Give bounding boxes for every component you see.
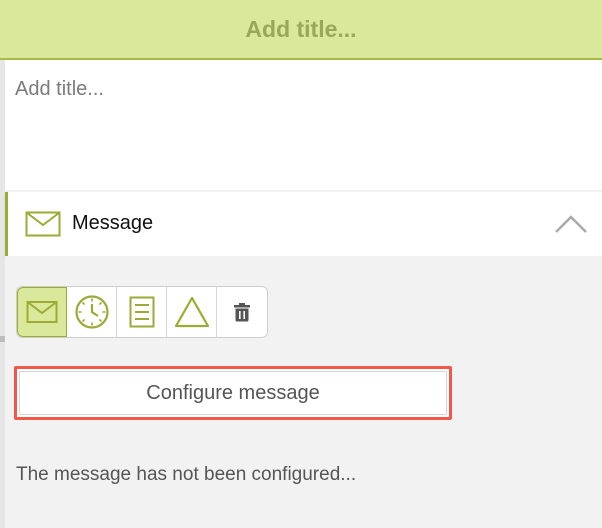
tool-warning-button[interactable]	[167, 287, 217, 337]
header-title[interactable]: Add title...	[245, 16, 356, 43]
envelope-icon	[25, 211, 61, 237]
tool-message-button[interactable]	[17, 287, 67, 337]
header-bar: Add title...	[0, 0, 602, 60]
step-type-toolbar	[16, 286, 268, 338]
chevron-up-icon[interactable]	[554, 214, 588, 234]
tool-delete-button[interactable]	[217, 287, 267, 337]
document-icon	[129, 296, 154, 328]
title-area[interactable]: Add title...	[5, 60, 602, 190]
configure-message-button[interactable]: Configure message	[14, 366, 452, 420]
message-section-label: Message	[72, 212, 154, 234]
trash-icon	[234, 303, 250, 322]
triangle-icon	[174, 296, 209, 328]
envelope-icon	[26, 301, 58, 323]
status-text: The message has not been configured...	[16, 464, 357, 485]
tool-timer-button[interactable]	[67, 287, 117, 337]
message-section-header[interactable]: Message	[5, 192, 602, 256]
tool-document-button[interactable]	[117, 287, 167, 337]
message-content: Configure message The message has not be…	[5, 256, 602, 528]
clock-icon	[74, 295, 109, 329]
title-input[interactable]: Add title...	[15, 78, 104, 101]
